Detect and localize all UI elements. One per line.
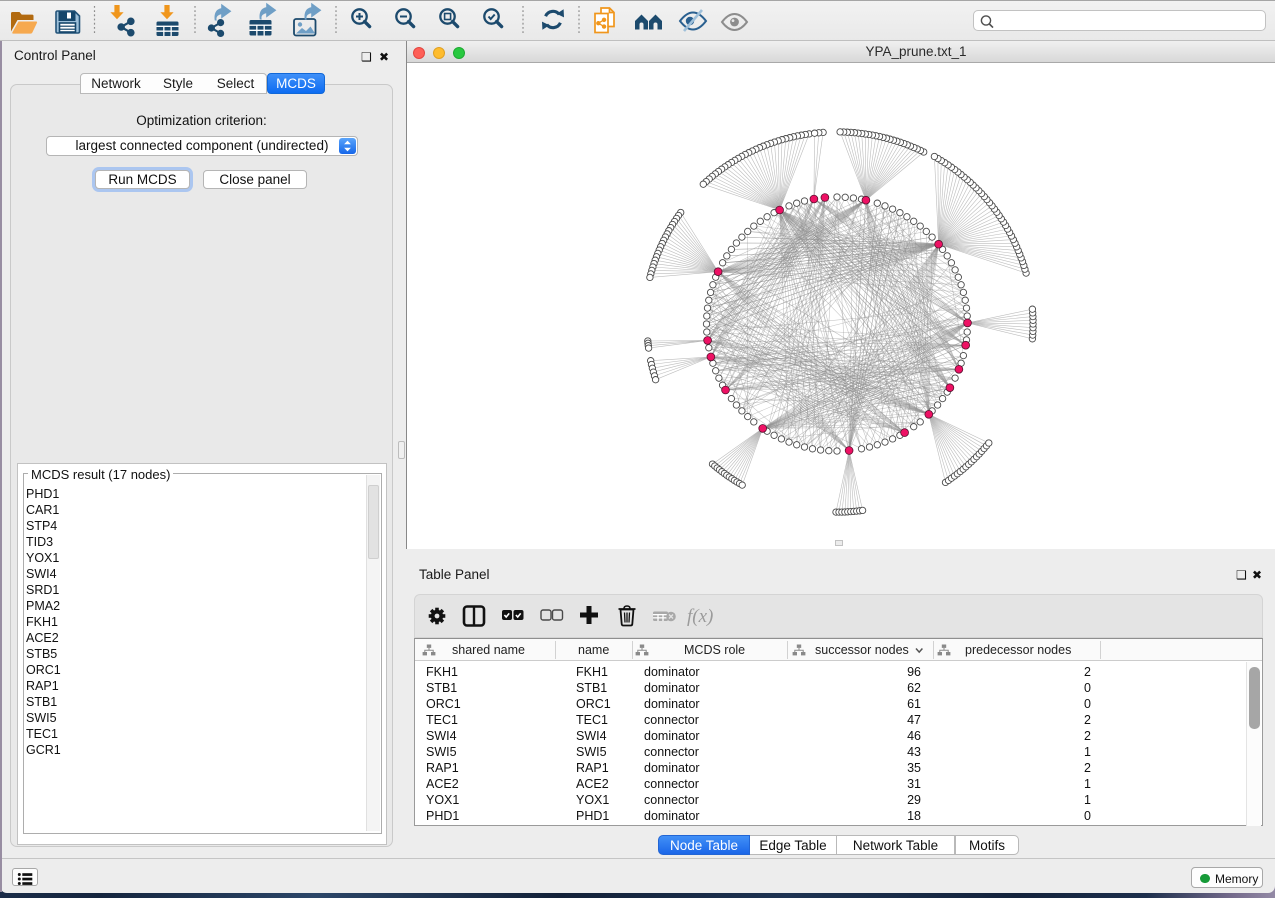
svg-text:f(x): f(x)	[687, 606, 713, 627]
